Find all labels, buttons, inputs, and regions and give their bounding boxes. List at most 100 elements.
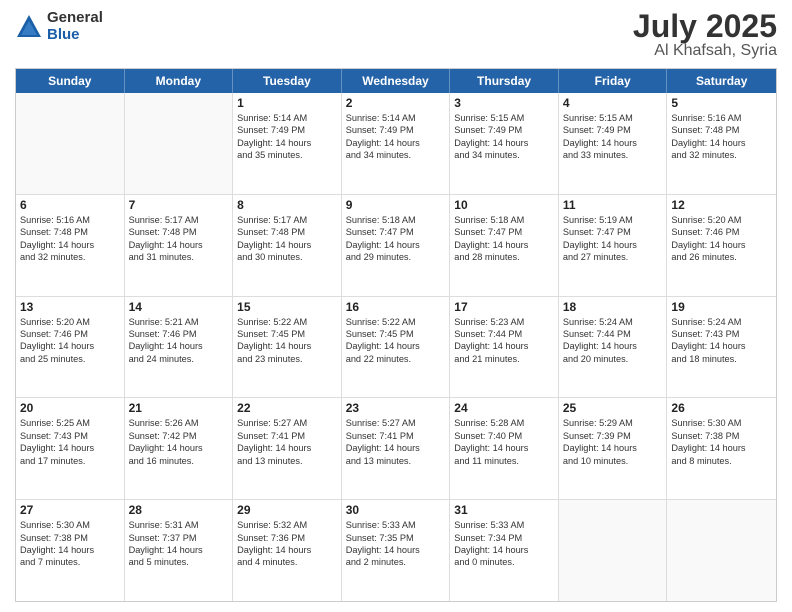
day-number: 9 [346, 198, 446, 212]
cell-info-line: and 18 minutes. [671, 353, 772, 365]
calendar-cell: 19Sunrise: 5:24 AMSunset: 7:43 PMDayligh… [667, 297, 776, 398]
logo: General Blue [15, 10, 103, 43]
calendar-cell: 8Sunrise: 5:17 AMSunset: 7:48 PMDaylight… [233, 195, 342, 296]
weekday-header: Monday [125, 69, 234, 93]
calendar-body: 1Sunrise: 5:14 AMSunset: 7:49 PMDaylight… [16, 93, 776, 601]
day-number: 27 [20, 503, 120, 517]
cell-info-line: Sunset: 7:36 PM [237, 532, 337, 544]
weekday-header: Friday [559, 69, 668, 93]
day-number: 14 [129, 300, 229, 314]
calendar-cell: 3Sunrise: 5:15 AMSunset: 7:49 PMDaylight… [450, 93, 559, 194]
calendar-row: 27 Sunrise: 5:30 AMSunset: 7:38 PMDayligh… [16, 500, 776, 601]
day-number: 16 [346, 300, 446, 314]
cell-info-line: and 7 minutes. [20, 556, 120, 568]
cell-info-line: Sunrise: 5:14 AM [346, 112, 446, 124]
cell-info-line: Sunrise: 5:23 AM [454, 316, 554, 328]
title-location: Al Khafsah, Syria [633, 42, 777, 60]
calendar-cell [125, 93, 234, 194]
cell-info-line: Daylight: 14 hours [20, 340, 120, 352]
weekday-header: Wednesday [342, 69, 451, 93]
calendar-row: 20Sunrise: 5:25 AMSunset: 7:43 PMDayligh… [16, 398, 776, 500]
cell-info-line: Sunset: 7:46 PM [129, 328, 229, 340]
cell-info-line: and 35 minutes. [237, 149, 337, 161]
day-number: 2 [346, 96, 446, 110]
cell-info-line: Sunrise: 5:18 AM [454, 214, 554, 226]
calendar-cell [559, 500, 668, 601]
calendar-cell: 15Sunrise: 5:22 AMSunset: 7:45 PMDayligh… [233, 297, 342, 398]
cell-info-line: Sunset: 7:35 PM [346, 532, 446, 544]
day-number: 26 [671, 401, 772, 415]
cell-info-line: Daylight: 14 hours [237, 239, 337, 251]
cell-info-line: Sunset: 7:44 PM [563, 328, 663, 340]
day-number: 17 [454, 300, 554, 314]
calendar-cell: 24Sunrise: 5:28 AMSunset: 7:40 PMDayligh… [450, 398, 559, 499]
page: General Blue July 2025 Al Khafsah, Syria… [0, 0, 792, 612]
cell-info-line: Daylight: 14 hours [454, 137, 554, 149]
cell-info-line: Sunset: 7:39 PM [563, 430, 663, 442]
calendar-cell: 31Sunrise: 5:33 AMSunset: 7:34 PMDayligh… [450, 500, 559, 601]
day-number: 6 [20, 198, 120, 212]
cell-info-line: Daylight: 14 hours [563, 137, 663, 149]
cell-info-line: Sunset: 7:46 PM [20, 328, 120, 340]
cell-info-line: Sunrise: 5:20 AM [20, 316, 120, 328]
cell-info-line: Daylight: 14 hours [237, 137, 337, 149]
cell-info-line: Daylight: 14 hours [20, 544, 120, 556]
calendar-cell: 26Sunrise: 5:30 AMSunset: 7:38 PMDayligh… [667, 398, 776, 499]
cell-info-line: Daylight: 14 hours [129, 340, 229, 352]
calendar-cell: 12Sunrise: 5:20 AMSunset: 7:46 PMDayligh… [667, 195, 776, 296]
day-number: 23 [346, 401, 446, 415]
cell-info-line: Sunrise: 5:17 AM [237, 214, 337, 226]
cell-info-line: Daylight: 14 hours [237, 442, 337, 454]
cell-info-line: Sunrise: 5:30 AM [671, 417, 772, 429]
cell-info-line: Sunrise: 5:27 AM [237, 417, 337, 429]
cell-info-line: and 21 minutes. [454, 353, 554, 365]
cell-info-line: and 29 minutes. [346, 251, 446, 263]
cell-info-line: and 33 minutes. [563, 149, 663, 161]
cell-info-line: Sunset: 7:47 PM [563, 226, 663, 238]
calendar-cell: 22Sunrise: 5:27 AMSunset: 7:41 PMDayligh… [233, 398, 342, 499]
calendar-cell: 18Sunrise: 5:24 AMSunset: 7:44 PMDayligh… [559, 297, 668, 398]
cell-info-line: Sunrise: 5:18 AM [346, 214, 446, 226]
cell-info-line: Sunrise: 5:30 AM [20, 519, 120, 531]
cell-info-line: Sunset: 7:38 PM [20, 532, 120, 544]
day-number: 8 [237, 198, 337, 212]
cell-info-line: Sunset: 7:43 PM [671, 328, 772, 340]
cell-info-line: Daylight: 14 hours [454, 340, 554, 352]
cell-info-line: and 32 minutes. [671, 149, 772, 161]
cell-info-line: and 31 minutes. [129, 251, 229, 263]
cell-info-line: Sunrise: 5:16 AM [671, 112, 772, 124]
title-month: July 2025 [633, 10, 777, 42]
cell-info-line: Sunrise: 5:14 AM [237, 112, 337, 124]
cell-info-line: Sunset: 7:49 PM [237, 124, 337, 136]
calendar-cell: 5Sunrise: 5:16 AMSunset: 7:48 PMDaylight… [667, 93, 776, 194]
cell-info-line: and 2 minutes. [346, 556, 446, 568]
cell-info-line: and 17 minutes. [20, 455, 120, 467]
cell-info-line: Sunrise: 5:24 AM [563, 316, 663, 328]
cell-info-line: Daylight: 14 hours [671, 442, 772, 454]
cell-info-line: and 28 minutes. [454, 251, 554, 263]
calendar-cell: 9Sunrise: 5:18 AMSunset: 7:47 PMDaylight… [342, 195, 451, 296]
cell-info-line: Daylight: 14 hours [237, 340, 337, 352]
cell-info-line: and 4 minutes. [237, 556, 337, 568]
logo-general-label: General [47, 10, 103, 27]
calendar-cell: 21Sunrise: 5:26 AMSunset: 7:42 PMDayligh… [125, 398, 234, 499]
logo-blue-label: Blue [47, 27, 103, 44]
cell-info-line: Daylight: 14 hours [454, 239, 554, 251]
cell-info-line: Sunset: 7:49 PM [454, 124, 554, 136]
cell-info-line: and 11 minutes. [454, 455, 554, 467]
cell-info-line: Sunrise: 5:16 AM [20, 214, 120, 226]
cell-info-line: Daylight: 14 hours [454, 442, 554, 454]
cell-info-line: Sunrise: 5:28 AM [454, 417, 554, 429]
day-number: 25 [563, 401, 663, 415]
cell-info-line: Sunset: 7:45 PM [346, 328, 446, 340]
calendar-header: SundayMondayTuesdayWednesdayThursdayFrid… [16, 69, 776, 93]
calendar-cell: 29Sunrise: 5:32 AMSunset: 7:36 PMDayligh… [233, 500, 342, 601]
day-number: 21 [129, 401, 229, 415]
cell-info-line: Sunrise: 5:15 AM [454, 112, 554, 124]
cell-info-line: Sunset: 7:47 PM [454, 226, 554, 238]
calendar-cell: 17Sunrise: 5:23 AMSunset: 7:44 PMDayligh… [450, 297, 559, 398]
cell-info-line: Sunset: 7:48 PM [671, 124, 772, 136]
cell-info-line: Daylight: 14 hours [20, 442, 120, 454]
cell-info-line: and 30 minutes. [237, 251, 337, 263]
day-number: 7 [129, 198, 229, 212]
